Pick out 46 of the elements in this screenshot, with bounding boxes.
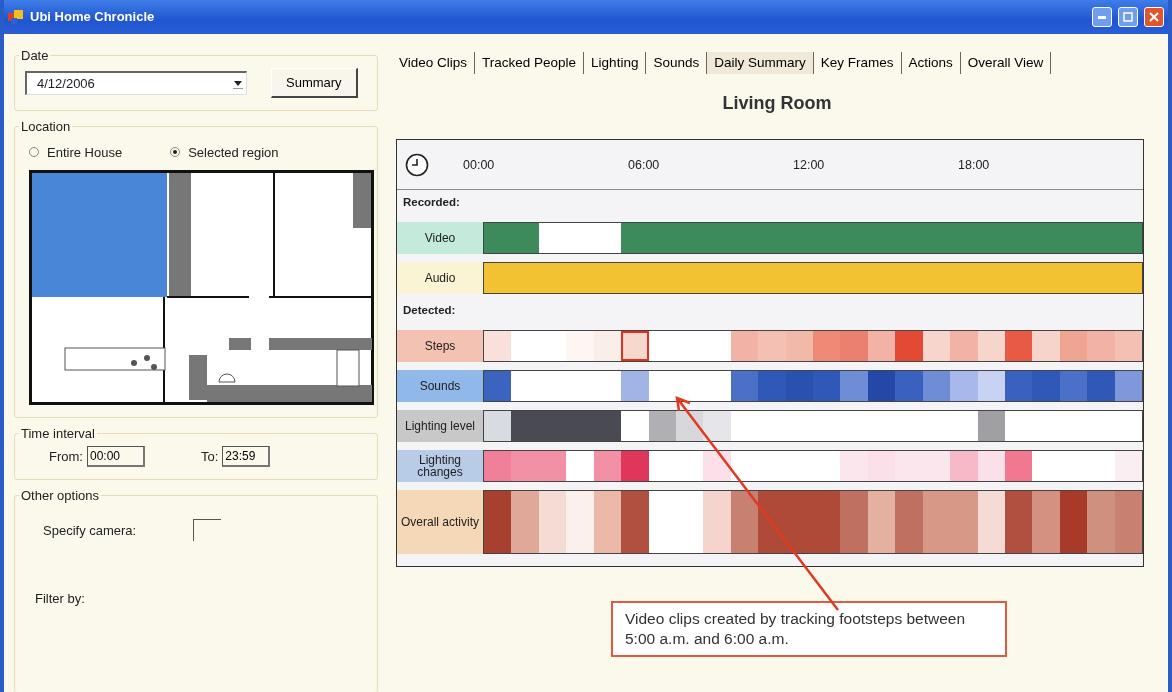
tab[interactable]: Daily Summary <box>707 52 814 75</box>
to-label: To: <box>200 447 219 466</box>
annotation-callout: Video clips created by tracking footsteps between 5:00 a.m. and 6:00 a.m. <box>611 601 1007 658</box>
tab[interactable]: Actions <box>901 52 961 75</box>
tick-label: 06:00 <box>628 157 660 172</box>
row-label: Lighting changes <box>397 450 483 483</box>
group-label: Date <box>20 48 50 64</box>
summary-button[interactable]: Summary <box>271 67 358 99</box>
tick-label: 18:00 <box>958 157 990 172</box>
minimize-icon <box>1098 15 1106 19</box>
clock-icon <box>405 152 429 177</box>
camera-label: Specify camera: <box>43 521 138 540</box>
camera-field[interactable] <box>193 519 221 542</box>
tick-label: 12:00 <box>793 157 825 172</box>
row-label: Audio <box>397 262 483 295</box>
from-time-field[interactable]: 00:00 <box>86 445 145 467</box>
tab[interactable]: Tracked People <box>475 52 585 75</box>
option-label: Entire House <box>47 143 123 162</box>
section-label: Recorded: <box>402 195 461 211</box>
row-label: Video <box>397 222 483 255</box>
tab[interactable]: Key Frames <box>813 52 902 75</box>
tab[interactable]: Overall View <box>960 52 1052 75</box>
filter-label: Filter by: <box>35 591 85 607</box>
section-label: Detected: <box>402 303 457 319</box>
group-label: Other options <box>20 487 101 504</box>
room-title: Living Room <box>721 92 833 116</box>
row-label: Overall activity <box>397 490 483 555</box>
row-label: Lighting level <box>397 410 483 443</box>
maximize-button[interactable] <box>1118 7 1138 27</box>
option-label: Selected region <box>188 143 279 162</box>
row-label: Sounds <box>397 370 483 403</box>
tab[interactable]: Video Clips <box>392 52 476 75</box>
window-title: Ubi Home Chronicle <box>30 8 155 27</box>
maximize-icon <box>1123 12 1133 22</box>
date-dropdown[interactable]: 4/12/2006 <box>25 70 247 95</box>
row-label: Steps <box>397 330 483 363</box>
from-label: From: <box>49 447 83 466</box>
minimize-button[interactable] <box>1092 7 1112 27</box>
app-icon <box>8 9 24 25</box>
to-time-field[interactable]: 23:59 <box>222 445 271 467</box>
tick-label: 00:00 <box>463 157 495 172</box>
tab[interactable]: Lighting <box>584 52 647 75</box>
close-icon <box>1149 12 1159 22</box>
close-button[interactable] <box>1144 7 1164 27</box>
group-label: Time interval <box>20 426 96 442</box>
group-label: Location <box>20 119 72 135</box>
